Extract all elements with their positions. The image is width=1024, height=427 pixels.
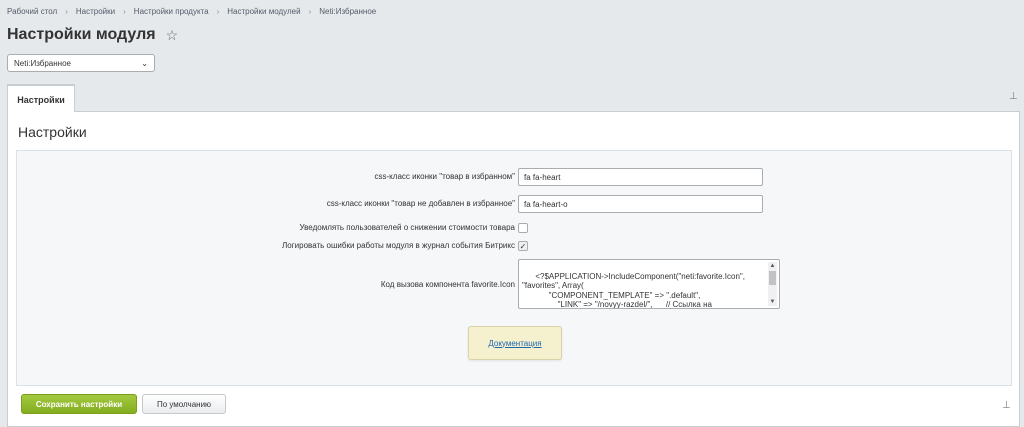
module-select-value: Neti:Избранное <box>14 58 71 68</box>
breadcrumb-module-settings[interactable]: Настройки модулей <box>227 7 300 16</box>
icon-not-in-fav-input[interactable]: fa fa-heart-o <box>518 195 763 213</box>
page-title: Настройки модуля <box>7 26 156 43</box>
log-errors-label: Логировать ошибки работы модуля в журнал… <box>282 241 515 250</box>
notify-price-checkbox[interactable] <box>518 223 528 233</box>
textarea-scrollbar[interactable]: ▲ ▼ <box>768 262 777 306</box>
chevron-right-icon: › <box>216 7 220 16</box>
component-code-textarea[interactable]: <?$APPLICATION->IncludeComponent("neti:f… <box>518 259 780 309</box>
tab-settings[interactable]: Настройки <box>7 84 75 113</box>
tab-settings-label: Настройки <box>17 94 65 105</box>
star-icon[interactable]: ☆ <box>166 27 179 44</box>
save-settings-button[interactable]: Сохранить настройки <box>21 394 137 414</box>
breadcrumb-settings[interactable]: Настройки <box>76 7 115 16</box>
title-row: Настройки модуля ☆ <box>7 26 178 44</box>
icon-not-in-fav-label: css-класс иконки "товар не добавлен в из… <box>326 199 515 208</box>
component-code-label: Код вызова компонента favorite.Icon <box>380 280 515 289</box>
log-errors-checkbox[interactable]: ✓ <box>518 241 528 251</box>
chevron-right-icon: › <box>123 7 126 16</box>
pin-icon-footer[interactable]: ⊥ <box>1002 400 1011 411</box>
breadcrumb: Рабочий стол › Настройки › Настройки про… <box>7 7 376 16</box>
breadcrumb-desktop[interactable]: Рабочий стол <box>7 7 57 16</box>
notify-price-label: Уведомлять пользователей о снижении стои… <box>299 223 515 232</box>
module-select[interactable]: Neti:Избранное ⌄ <box>7 54 155 72</box>
section-title: Настройки <box>18 124 87 140</box>
pin-icon[interactable]: ⊥ <box>1009 91 1018 102</box>
tab-bar: Настройки ⊥ <box>7 84 1020 113</box>
scroll-up-icon[interactable]: ▲ <box>768 262 777 270</box>
documentation-button[interactable]: Документация <box>468 326 562 360</box>
scroll-thumb[interactable] <box>769 271 776 285</box>
icon-in-fav-label: css-класс иконки "товар в избранном" <box>374 172 515 181</box>
default-settings-button[interactable]: По умолчанию <box>142 394 226 414</box>
scroll-down-icon[interactable]: ▼ <box>768 298 777 306</box>
breadcrumb-current[interactable]: Neti:Избранное <box>319 7 376 16</box>
settings-panel: Настройки css-класс иконки "товар в избр… <box>7 112 1020 427</box>
chevron-right-icon: › <box>308 7 312 16</box>
component-code-text: <?$APPLICATION->IncludeComponent("neti:f… <box>522 271 745 309</box>
settings-form: css-класс иконки "товар в избранном" fa … <box>16 150 1012 386</box>
chevron-down-icon: ⌄ <box>141 58 148 68</box>
breadcrumb-product-settings[interactable]: Настройки продукта <box>134 7 209 16</box>
documentation-link[interactable]: Документация <box>488 339 541 348</box>
icon-in-fav-input[interactable]: fa fa-heart <box>518 168 763 186</box>
chevron-right-icon: › <box>65 7 68 16</box>
